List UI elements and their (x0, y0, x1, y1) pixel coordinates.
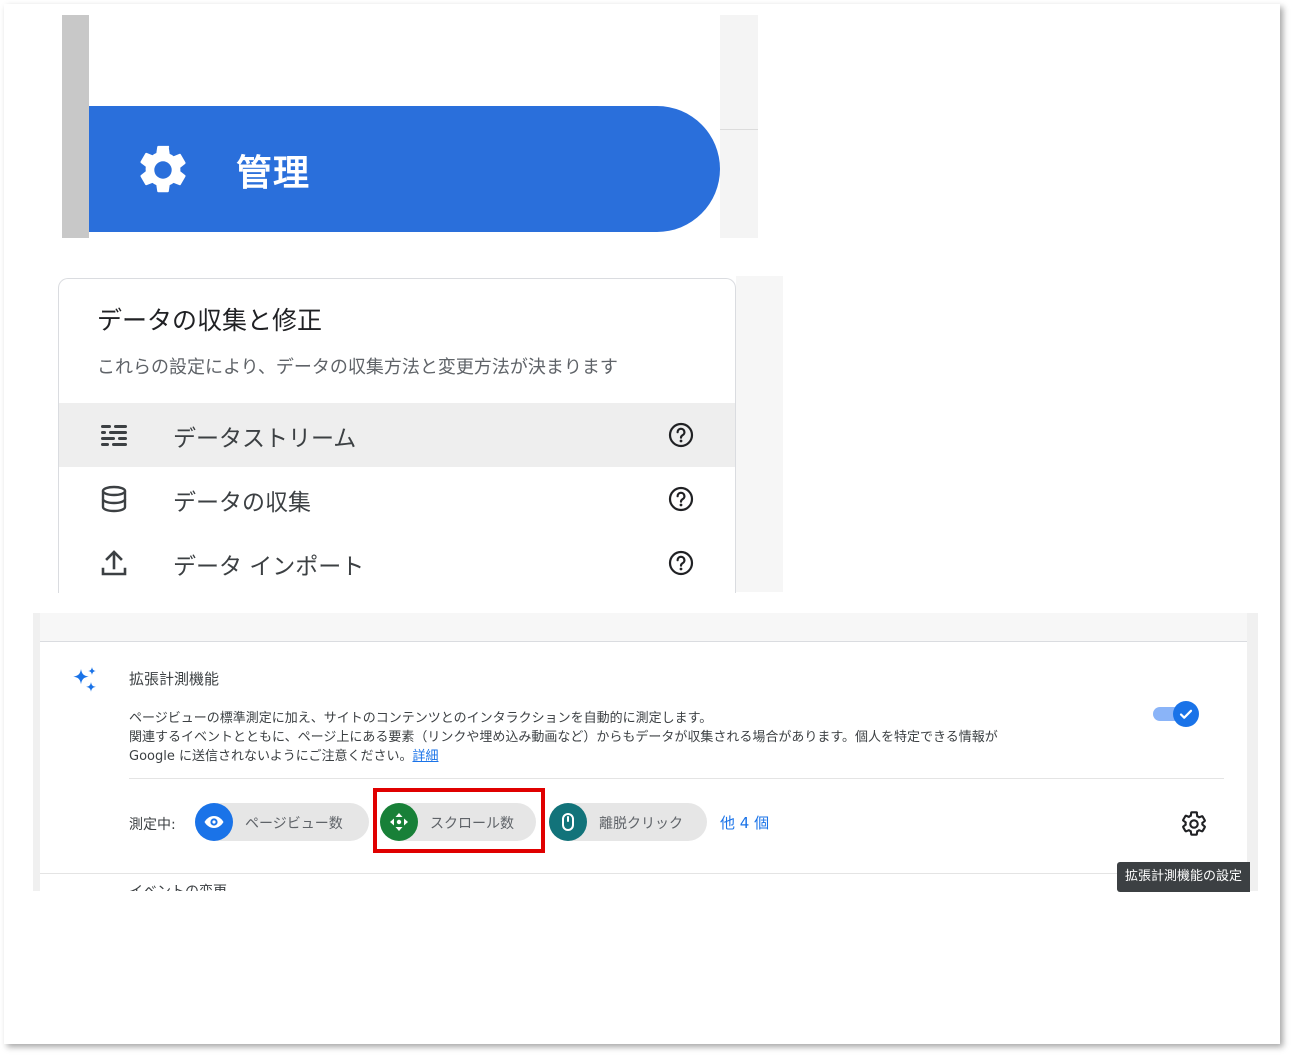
panel-left-edge (33, 613, 40, 891)
menu-item-data-streams[interactable]: データストリーム (59, 403, 735, 467)
mouse-icon (549, 803, 587, 841)
menu-item-label: データの収集 (173, 490, 311, 516)
description-line: 関連するイベントとともに、ページ上にある要素（リンクや埋め込み動画など）からもデ… (129, 730, 998, 745)
chip-label: 離脱クリック (599, 816, 683, 832)
panel-right-gutter (736, 276, 783, 592)
more-events-link[interactable]: 他 4 個 (720, 812, 769, 833)
eye-icon (195, 803, 233, 841)
enhanced-measurement-title: 拡張計測機能 (129, 670, 220, 688)
chip-page-views[interactable]: ページビュー数 (195, 803, 369, 841)
menu-item-data-import[interactable]: データ インポート (59, 531, 735, 595)
admin-nav-panel: 管理 (62, 15, 758, 238)
data-collection-panel: データの収集と修正 これらの設定により、データの収集方法と変更方法が決まります … (56, 276, 783, 593)
data-streams-icon (101, 425, 127, 446)
nav-right-gutter (720, 15, 758, 238)
next-section-title: イベントの変更 (129, 881, 227, 891)
chip-label: ページビュー数 (245, 816, 343, 832)
panel-right-edge (1247, 613, 1258, 891)
gear-icon (140, 145, 186, 193)
database-icon (101, 485, 127, 513)
nav-left-rail (62, 15, 89, 238)
help-icon[interactable] (668, 422, 694, 448)
admin-nav-item[interactable]: 管理 (89, 106, 720, 232)
settings-gear-icon[interactable] (1180, 810, 1208, 838)
settings-tooltip: 拡張計測機能の設定 (1117, 862, 1251, 892)
card-title: データの収集と修正 (97, 306, 323, 335)
menu-item-label: データストリーム (173, 426, 357, 452)
description-line-3: Google に送信されないようにご注意ください。詳細 (129, 747, 1129, 766)
section-divider (40, 873, 1247, 874)
menu-item-data-collection[interactable]: データの収集 (59, 467, 735, 531)
panel-top-strip (33, 613, 1258, 642)
highlight-box (373, 788, 545, 853)
admin-nav-label: 管理 (236, 153, 311, 194)
toggle-knob (1173, 701, 1199, 727)
help-icon[interactable] (668, 486, 694, 512)
upload-icon (101, 550, 127, 576)
learn-more-link[interactable]: 詳細 (412, 749, 438, 764)
screenshot-frame: 管理 データの収集と修正 これらの設定により、データの収集方法と変更方法が決まり… (4, 4, 1280, 1044)
sparkle-icon (73, 667, 96, 692)
section-divider (129, 778, 1224, 779)
enhanced-measurement-toggle[interactable] (1153, 701, 1201, 727)
data-collection-card: データの収集と修正 これらの設定により、データの収集方法と変更方法が決まります … (58, 278, 736, 593)
enhanced-measurement-panel: 拡張計測機能 ページビューの標準測定に加え、サイトのコンテンツとのインタラクショ… (33, 613, 1258, 891)
enhanced-measurement-description: ページビューの標準測定に加え、サイトのコンテンツとのインタラクションを自動的に測… (129, 709, 1129, 766)
check-icon (1179, 709, 1193, 719)
description-line: ページビューの標準測定に加え、サイトのコンテンツとのインタラクションを自動的に測… (129, 711, 713, 726)
card-subtitle: これらの設定により、データの収集方法と変更方法が決まります (97, 357, 618, 378)
description-line: Google に送信されないようにご注意ください。 (129, 749, 413, 764)
chip-outbound-clicks[interactable]: 離脱クリック (549, 803, 707, 841)
measuring-label: 測定中: (129, 817, 176, 833)
nav-right-divider (720, 129, 758, 130)
menu-item-label: データ インポート (173, 554, 365, 580)
help-icon[interactable] (668, 550, 694, 576)
